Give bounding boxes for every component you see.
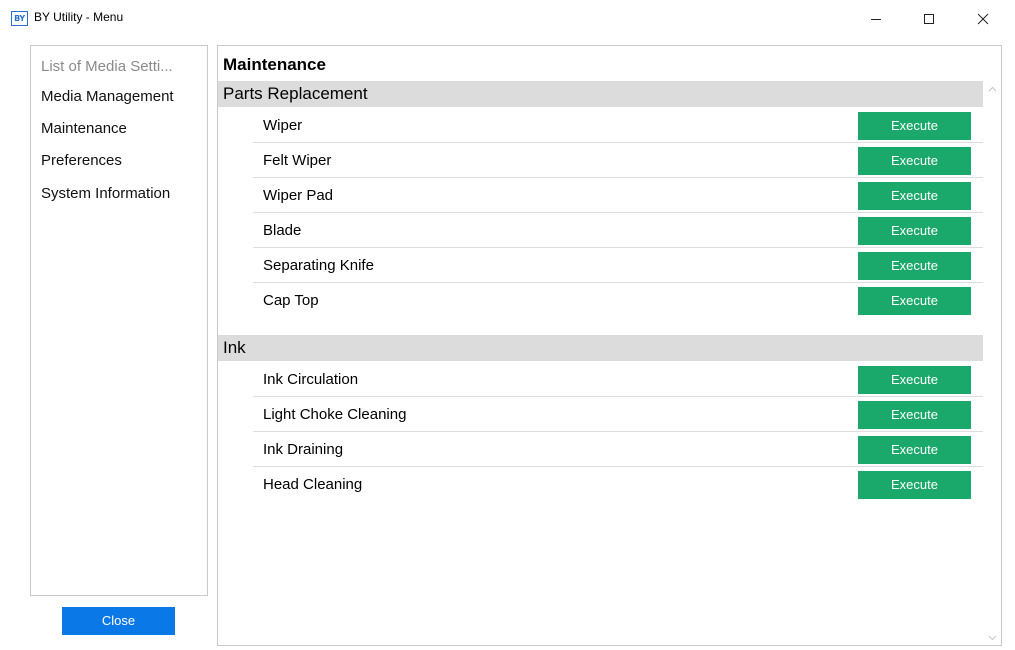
section-header-ink: Ink [218, 335, 983, 361]
sidebar-item-media-management[interactable]: Media Management [41, 84, 201, 110]
row-label: Blade [263, 222, 302, 239]
sidebar-item-maintenance[interactable]: Maintenance [41, 116, 201, 142]
execute-wiper-pad-button[interactable]: Execute [858, 182, 971, 210]
page-title: Maintenance [223, 55, 326, 74]
row-label: Wiper [263, 117, 303, 134]
execute-wiper-button[interactable]: Execute [858, 112, 971, 140]
maximize-button[interactable] [906, 0, 952, 38]
execute-cap-top-button[interactable]: Execute [858, 287, 971, 315]
list-item: Cap Top Execute [253, 283, 983, 318]
row-label: Cap Top [263, 292, 319, 309]
list-item: Blade Execute [253, 213, 983, 248]
row-label: Ink Circulation [263, 371, 359, 388]
minimize-button[interactable] [853, 0, 899, 38]
sidebar: List of Media Setti... Media Management … [30, 45, 208, 596]
list-item: Wiper Pad Execute [253, 178, 983, 213]
section-header-parts-replacement: Parts Replacement [218, 81, 983, 107]
execute-separating-knife-button[interactable]: Execute [858, 252, 971, 280]
sidebar-item-system-information[interactable]: System Information [41, 181, 201, 207]
scroll-down-button[interactable] [983, 630, 1001, 645]
app-icon: BY [11, 11, 28, 26]
list-item: Wiper Execute [253, 108, 983, 143]
sidebar-item-list-of-media-settings[interactable]: List of Media Setti... [41, 54, 201, 80]
main-panel: Maintenance Parts Replacement Wiper Exec… [217, 45, 1002, 646]
close-icon [977, 13, 989, 25]
row-label: Light Choke Cleaning [263, 406, 407, 423]
maximize-icon [924, 14, 934, 24]
close-window-button[interactable] [960, 0, 1006, 38]
execute-ink-draining-button[interactable]: Execute [858, 436, 971, 464]
row-label: Felt Wiper [263, 152, 332, 169]
execute-head-cleaning-button[interactable]: Execute [858, 471, 971, 499]
list-item: Head Cleaning Execute [253, 467, 983, 502]
execute-ink-circulation-button[interactable]: Execute [858, 366, 971, 394]
list-item: Felt Wiper Execute [253, 143, 983, 178]
minimize-icon [871, 19, 881, 20]
row-label: Head Cleaning [263, 476, 363, 493]
chevron-down-icon [988, 635, 997, 641]
chevron-up-icon [988, 86, 997, 92]
row-label: Separating Knife [263, 257, 374, 274]
list-item: Separating Knife Execute [253, 248, 983, 283]
title-bar: BY BY Utility - Menu [0, 0, 1015, 38]
row-label: Ink Draining [263, 441, 344, 458]
list-item: Light Choke Cleaning Execute [253, 397, 983, 432]
close-button[interactable]: Close [62, 607, 175, 635]
vertical-scrollbar[interactable] [983, 81, 1001, 645]
row-label: Wiper Pad [263, 187, 334, 204]
list-item: Ink Draining Execute [253, 432, 983, 467]
sidebar-item-preferences[interactable]: Preferences [41, 148, 201, 174]
execute-felt-wiper-button[interactable]: Execute [858, 147, 971, 175]
list-item: Ink Circulation Execute [253, 362, 983, 397]
execute-light-choke-cleaning-button[interactable]: Execute [858, 401, 971, 429]
window-title: BY Utility - Menu [34, 10, 124, 24]
execute-blade-button[interactable]: Execute [858, 217, 971, 245]
scroll-up-button[interactable] [983, 81, 1001, 97]
